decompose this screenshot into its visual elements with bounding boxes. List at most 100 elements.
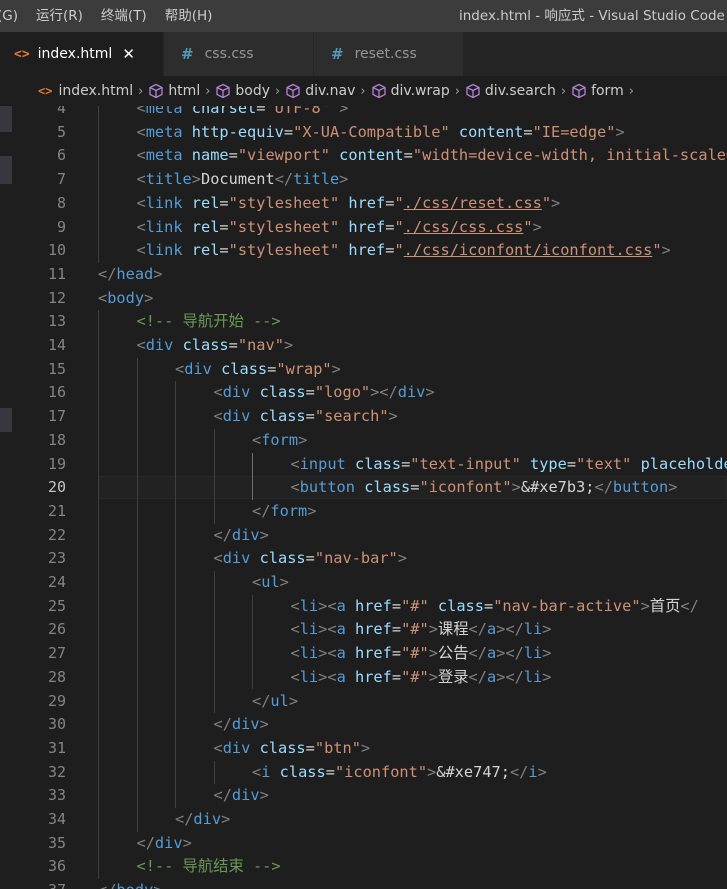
code-line[interactable]: 8 <link rel="stylesheet" href="./css/rese… <box>0 192 727 216</box>
tab-css-css[interactable]: # css.css <box>164 32 314 76</box>
code-line[interactable]: 26 <li><a href="#">课程</a></li> <box>0 618 727 642</box>
menu-help[interactable]: 帮助(H) <box>156 0 222 32</box>
code-line[interactable]: 13 <!-- 导航开始 --> <box>0 310 727 334</box>
code-token: >< <box>318 644 337 663</box>
code-line[interactable]: 19 <input class="text-input" type="text" … <box>0 453 727 477</box>
code-line[interactable]: 14 <div class="nav"> <box>0 334 727 358</box>
code-token: </ <box>175 810 194 828</box>
breadcrumb-label: div.nav <box>305 83 356 99</box>
code-token: </ <box>252 691 271 710</box>
tab-index-html[interactable]: <> index.html ✕ <box>0 32 164 76</box>
code-line[interactable]: 21 </form> <box>0 500 727 524</box>
code-token: a <box>336 596 346 615</box>
code-text: <button class="iconfont">&#xe7b3;</butto… <box>291 476 678 500</box>
code-token: < <box>136 106 146 117</box>
code-line[interactable]: 37 </body> <box>0 879 727 889</box>
code-line[interactable]: 16 <div class="logo"></div> <box>0 381 727 405</box>
breadcrumb-item-div-wrap[interactable]: div.wrap › <box>371 83 465 99</box>
code-line[interactable]: 27 <li><a href="#">公告</a></li> <box>0 642 727 666</box>
code-line[interactable]: 31 <div class="btn"> <box>0 737 727 761</box>
code-line[interactable]: 5 <meta http-equiv="X-UA-Compatible" cont… <box>0 121 727 145</box>
element-cube-icon <box>371 83 386 99</box>
code-token: "iconfont" <box>334 762 428 781</box>
code-text: <li><a href="#">公告</a></li> <box>291 642 552 666</box>
breadcrumb-item-div-search[interactable]: div.search › <box>465 83 571 99</box>
code-line[interactable]: 10 <link rel="stylesheet" href="./css/ico… <box>0 239 727 263</box>
code-line[interactable]: 36 <!-- 导航结束 --> <box>0 855 727 879</box>
code-line[interactable]: 7 <title>Document</title> <box>0 168 727 192</box>
code-token: < <box>252 430 262 449</box>
code-line[interactable]: 25 <li><a href="#" class="nav-bar-active"… <box>0 595 727 619</box>
chevron-right-icon: › <box>454 83 460 99</box>
breadcrumb-item-file[interactable]: <> index.html › <box>38 83 148 99</box>
code-line[interactable]: 23 <div class="nav-bar"> <box>0 547 727 571</box>
code-token: > <box>144 288 154 307</box>
code-token: " <box>523 217 533 236</box>
menu-run[interactable]: 运行(R) <box>27 0 92 32</box>
code-token: body <box>107 288 145 307</box>
css-hash-icon: # <box>331 45 344 63</box>
code-line[interactable]: 15 <div class="wrap"> <box>0 358 727 382</box>
code-token: = <box>401 454 411 473</box>
code-editor[interactable]: 4 <meta charset="UTF-8" >5 <meta http-equi… <box>0 106 727 889</box>
code-token: class <box>182 336 229 354</box>
indent-guide <box>213 428 215 524</box>
breadcrumb-item-form[interactable]: form › <box>571 83 639 99</box>
code-line[interactable]: 24 <ul> <box>0 571 727 595</box>
code-line[interactable]: 20 <button class="iconfont">&#xe7b3;</but… <box>0 476 727 500</box>
code-token: >< <box>318 620 337 639</box>
code-token: < <box>290 667 300 686</box>
code-line[interactable]: 33 </div> <box>0 784 727 808</box>
code-line[interactable]: 22 </div> <box>0 524 727 548</box>
breadcrumb-item-div-nav[interactable]: div.nav › <box>285 83 370 99</box>
code-line[interactable]: 28 <li><a href="#">登录</a></li> <box>0 666 727 690</box>
html-icon: <> <box>38 84 53 98</box>
line-number: 17 <box>47 407 66 426</box>
code-token: type <box>530 454 567 473</box>
line-number: 8 <box>56 193 66 212</box>
breadcrumb-item-html[interactable]: html › <box>148 83 215 99</box>
code-line[interactable]: 34 </div> <box>0 808 727 832</box>
code-line[interactable]: 32 <i class="iconfont">&#xe747;</i> <box>0 761 727 785</box>
code-token: charset <box>191 106 257 117</box>
code-text: <div class="search"> <box>214 405 398 429</box>
close-icon[interactable]: ✕ <box>122 45 135 63</box>
element-cube-icon <box>572 83 586 99</box>
code-line[interactable]: 6 <meta name="viewport" content="width=de… <box>0 144 727 168</box>
code-line[interactable]: 18 <form> <box>0 429 727 453</box>
line-number: 14 <box>47 336 66 354</box>
code-token: = <box>305 738 315 757</box>
code-line[interactable]: 11 </head> <box>0 263 727 287</box>
code-line[interactable]: 35 </div> <box>0 832 727 856</box>
code-line[interactable]: 17 <div class="search"> <box>0 405 727 429</box>
code-token: link <box>145 217 183 236</box>
css-hash-icon: # <box>181 45 194 63</box>
code-line[interactable]: 9 <link rel="stylesheet" href="./css/css.… <box>0 216 727 240</box>
code-text: <body> <box>98 287 153 311</box>
code-token: class <box>355 454 402 473</box>
code-line[interactable]: 29 </ul> <box>0 690 727 714</box>
code-token: "viewport" <box>237 146 330 165</box>
code-token: = <box>483 596 494 615</box>
code-token: < <box>213 738 223 757</box>
breadcrumb-item-body[interactable]: body › <box>215 83 285 99</box>
code-token: ></ <box>496 667 524 686</box>
code-token: " <box>394 217 404 236</box>
code-token: > <box>279 573 289 591</box>
line-number: 19 <box>47 454 66 473</box>
code-token: "X-UA-Compatible" <box>293 122 450 141</box>
code-line[interactable]: 12 <body> <box>0 287 727 311</box>
menu-go[interactable]: (G) <box>0 0 27 32</box>
code-line[interactable]: 30 </div> <box>0 713 727 737</box>
code-token: div <box>231 525 260 544</box>
code-line[interactable]: 4 <meta charset="UTF-8" > <box>0 106 727 121</box>
code-token: button <box>612 478 669 497</box>
code-token: href <box>355 667 392 686</box>
code-token: title <box>293 170 340 189</box>
tab-reset-css[interactable]: # reset.css <box>314 32 464 76</box>
menu-terminal[interactable]: 终端(T) <box>92 0 156 32</box>
indent-guide <box>213 571 215 714</box>
